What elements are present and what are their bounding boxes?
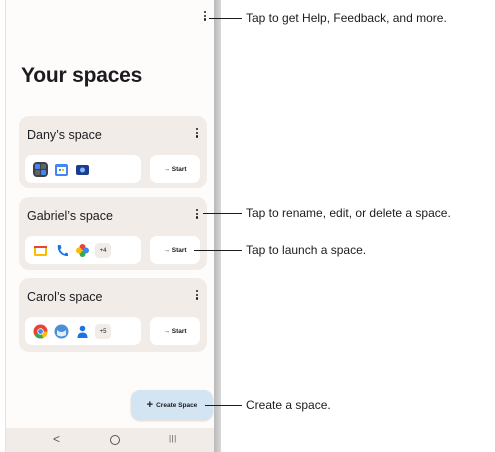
space-name: Dany’s space: [27, 128, 102, 142]
start-button[interactable]: → Start: [150, 236, 200, 264]
callout-space-menu: Tap to rename, edit, or delete a space.: [246, 206, 451, 220]
contacts-icon: [77, 325, 88, 338]
slides-icon: [34, 246, 47, 256]
page-title: Your spaces: [21, 64, 143, 87]
space-name: Carol’s space: [27, 290, 103, 304]
space-menu-icon[interactable]: [195, 209, 198, 219]
plus-icon: +: [146, 398, 154, 411]
start-button[interactable]: → Start: [150, 317, 200, 345]
home-icon[interactable]: [110, 435, 120, 445]
callout-create: Create a space.: [246, 398, 331, 412]
chrome-icon: [33, 324, 48, 339]
gallery-icon: [76, 165, 89, 175]
space-menu-icon[interactable]: [195, 128, 198, 138]
create-space-button[interactable]: + Create Space: [131, 390, 213, 420]
weather-icon: [54, 324, 69, 339]
back-icon[interactable]: <: [53, 432, 60, 446]
multi-app-icon: [33, 162, 48, 177]
start-button[interactable]: → Start: [150, 155, 200, 183]
callout-line-top-menu: [209, 18, 242, 19]
space-card-carol[interactable]: Carol’s space +5 → Start: [19, 278, 207, 352]
callout-top-menu: Tap to get Help, Feedback, and more.: [246, 11, 447, 25]
space-menu-icon[interactable]: [195, 290, 198, 300]
space-apps: +5: [25, 317, 141, 345]
space-card-dany[interactable]: Dany’s space → Start: [19, 116, 207, 188]
calendar-icon: [55, 164, 68, 176]
more-apps-badge: +5: [95, 324, 111, 339]
space-card-gabriel[interactable]: Gabriel’s space +4 → Start: [19, 197, 207, 270]
more-apps-badge: +4: [95, 243, 111, 258]
space-name: Gabriel’s space: [27, 209, 113, 223]
phone-icon: [57, 245, 68, 257]
recents-icon[interactable]: |||: [169, 434, 177, 443]
callout-start: Tap to launch a space.: [246, 243, 367, 257]
callout-line-space-menu: [203, 213, 242, 214]
space-apps: [25, 155, 141, 183]
phone-screen: Your spaces Dany’s space → Start Gabriel…: [5, 0, 215, 452]
callout-line-start: [194, 250, 242, 251]
create-space-label: Create Space: [156, 401, 198, 409]
pinwheel-icon: [76, 244, 89, 257]
more-options-icon[interactable]: [202, 11, 208, 25]
callout-line-create: [205, 405, 242, 406]
phone-edge-shadow: [214, 0, 221, 452]
system-nav-bar: < |||: [6, 428, 215, 452]
space-apps: +4: [25, 236, 141, 264]
